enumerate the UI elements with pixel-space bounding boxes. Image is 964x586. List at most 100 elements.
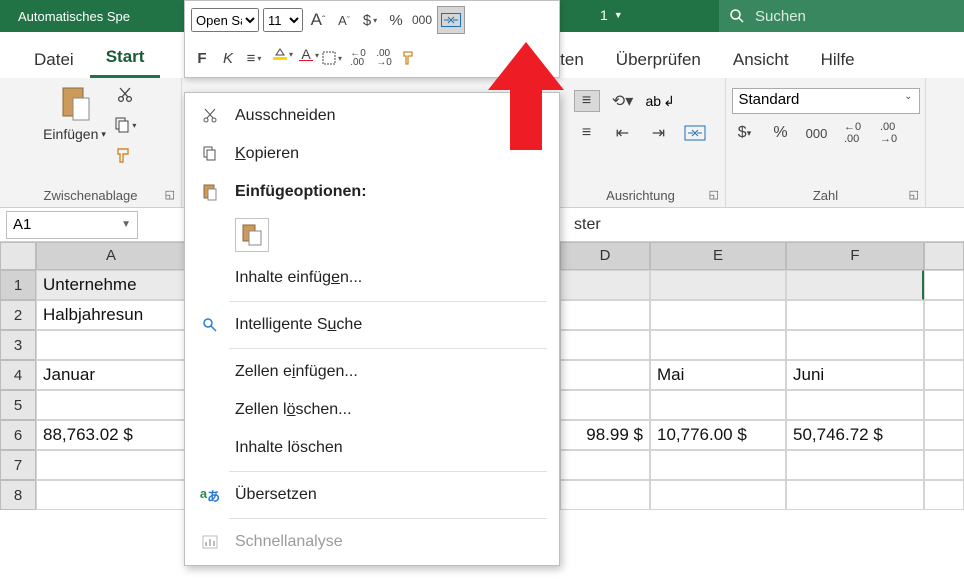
percent-button[interactable]: %	[385, 8, 407, 32]
cell[interactable]	[560, 390, 650, 420]
cell[interactable]	[786, 480, 924, 510]
cell[interactable]: 98.99 $	[560, 420, 650, 450]
decrease-indent-button[interactable]: ⇤	[610, 122, 636, 144]
cell[interactable]	[36, 390, 186, 420]
col-header-a[interactable]: A	[36, 242, 186, 270]
cell[interactable]	[924, 330, 964, 360]
cell[interactable]	[786, 270, 924, 300]
tab-review[interactable]: Überprüfen	[600, 40, 717, 78]
cell[interactable]	[786, 390, 924, 420]
cm-delete-cells[interactable]: Zellen löschen...	[185, 391, 559, 429]
cm-smart-lookup[interactable]: Intelligente Suche	[185, 306, 559, 344]
cell[interactable]	[924, 300, 964, 330]
currency-button[interactable]: $▾	[359, 8, 381, 32]
cell[interactable]	[924, 480, 964, 510]
cm-clear-contents[interactable]: Inhalte löschen	[185, 429, 559, 467]
cell[interactable]	[924, 450, 964, 480]
col-header-g[interactable]	[924, 242, 964, 270]
italic-button[interactable]: K	[217, 46, 239, 70]
font-name-select[interactable]: Open Sa	[191, 8, 259, 32]
comma-button[interactable]: 000	[804, 122, 830, 144]
cell[interactable]	[560, 360, 650, 390]
increase-font-button[interactable]: Aˆ	[307, 8, 329, 32]
cell[interactable]: 10,776.00 $	[650, 420, 786, 450]
align-button[interactable]: ≡▾	[243, 46, 265, 70]
cut-button[interactable]	[112, 84, 138, 106]
tab-help[interactable]: Hilfe	[805, 40, 871, 78]
format-painter-button[interactable]	[112, 144, 138, 166]
col-header-d[interactable]: D	[560, 242, 650, 270]
align-left-button[interactable]: ≡	[574, 122, 600, 144]
bold-button[interactable]: F	[191, 46, 213, 70]
cell[interactable]	[560, 450, 650, 480]
align-middle-button[interactable]: ≡	[574, 90, 600, 112]
font-color-button[interactable]: A▾	[295, 46, 317, 70]
merge-button[interactable]	[682, 122, 708, 144]
cell[interactable]	[560, 300, 650, 330]
row-header[interactable]: 2	[0, 300, 36, 330]
increase-decimal-button[interactable]: ←0.00	[840, 122, 866, 144]
merge-cells-button[interactable]	[437, 6, 465, 34]
dialog-launcher-icon[interactable]: ◱	[165, 188, 175, 201]
cell[interactable]	[560, 480, 650, 510]
cell[interactable]: Unternehme	[36, 270, 186, 300]
percent-button[interactable]: %	[768, 122, 794, 144]
cell[interactable]: 50,746.72 $	[786, 420, 924, 450]
cell[interactable]	[924, 270, 964, 300]
format-painter-button[interactable]	[399, 46, 421, 70]
dialog-launcher-icon[interactable]: ◱	[709, 188, 719, 201]
cm-paste-special[interactable]: Inhalte einfügen...	[185, 259, 559, 297]
cell[interactable]: Januar	[36, 360, 186, 390]
cell[interactable]	[560, 330, 650, 360]
paste-button[interactable]: Einfügen ▾	[43, 126, 106, 142]
row-header[interactable]: 3	[0, 330, 36, 360]
row-header[interactable]: 5	[0, 390, 36, 420]
row-header[interactable]: 8	[0, 480, 36, 510]
cell[interactable]: Juni	[786, 360, 924, 390]
cell[interactable]	[650, 480, 786, 510]
cell[interactable]	[924, 360, 964, 390]
cell[interactable]	[650, 330, 786, 360]
workbook-indicator[interactable]: 1 ▼	[600, 7, 623, 23]
cell[interactable]: 88,763.02 $	[36, 420, 186, 450]
dialog-launcher-icon[interactable]: ◱	[909, 188, 919, 201]
cm-translate[interactable]: aあ Übersetzen	[185, 476, 559, 514]
cell[interactable]	[650, 270, 786, 300]
tab-home[interactable]: Start	[90, 37, 161, 78]
cell[interactable]	[786, 330, 924, 360]
tab-view[interactable]: Ansicht	[717, 40, 805, 78]
copy-button[interactable]: ▾	[112, 114, 138, 136]
select-all-corner[interactable]	[0, 242, 36, 270]
cell[interactable]	[36, 450, 186, 480]
cell[interactable]: Mai	[650, 360, 786, 390]
col-header-f[interactable]: F	[786, 242, 924, 270]
decrease-decimal-button[interactable]: .00→0	[373, 46, 395, 70]
row-header[interactable]: 4	[0, 360, 36, 390]
col-header-e[interactable]: E	[650, 242, 786, 270]
tab-file[interactable]: Datei	[18, 40, 90, 78]
wrap-text-button[interactable]: ab↲	[646, 90, 675, 112]
increase-decimal-button[interactable]: ←0.00	[347, 46, 369, 70]
row-header[interactable]: 6	[0, 420, 36, 450]
cell[interactable]	[650, 390, 786, 420]
borders-button[interactable]: ▾	[321, 46, 343, 70]
row-header[interactable]: 1	[0, 270, 36, 300]
decrease-decimal-button[interactable]: .00→0	[876, 122, 902, 144]
increase-indent-button[interactable]: ⇥	[646, 122, 672, 144]
cell[interactable]	[924, 390, 964, 420]
cell[interactable]	[36, 330, 186, 360]
font-size-select[interactable]: 11	[263, 8, 303, 32]
cm-paste-option-default[interactable]	[185, 211, 559, 259]
fill-color-button[interactable]: ▾	[269, 46, 291, 70]
cell[interactable]	[786, 450, 924, 480]
orientation-button[interactable]: ⟲▾	[610, 90, 636, 112]
cell[interactable]: Halbjahresun	[36, 300, 186, 330]
cell[interactable]	[650, 450, 786, 480]
decrease-font-button[interactable]: Aˇ	[333, 8, 355, 32]
cell[interactable]	[36, 480, 186, 510]
cm-insert-cells[interactable]: Zellen einfügen...	[185, 353, 559, 391]
cell[interactable]	[650, 300, 786, 330]
row-header[interactable]: 7	[0, 450, 36, 480]
cell[interactable]	[560, 270, 650, 300]
currency-button[interactable]: $ ▾	[732, 122, 758, 144]
